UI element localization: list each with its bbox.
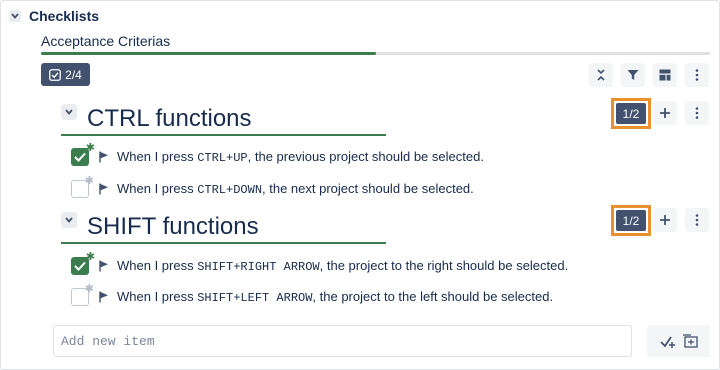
- collapse-all-icon: [597, 69, 605, 81]
- chevron-down-icon: [11, 13, 19, 19]
- add-item-input[interactable]: [53, 325, 632, 357]
- checklist-item: ✱ When I press CTRL+DOWN, the next proje…: [71, 175, 474, 200]
- checklist-name[interactable]: Acceptance Criterias: [41, 33, 170, 49]
- add-to-list-icon: [682, 334, 698, 348]
- add-check-icon: [659, 336, 675, 348]
- progress-fill: [41, 52, 376, 55]
- progress-bar: [41, 52, 710, 55]
- mandatory-icon: ✱: [85, 142, 95, 154]
- flag-icon[interactable]: [99, 183, 109, 195]
- more-icon: [695, 214, 699, 226]
- mandatory-icon: ✱: [84, 283, 94, 295]
- add-item-button[interactable]: [653, 208, 677, 232]
- add-item-button[interactable]: [653, 101, 677, 125]
- completion-count-badge[interactable]: 2/4: [41, 63, 90, 86]
- mandatory-icon: ✱: [84, 175, 94, 187]
- item-checkbox[interactable]: ✱: [71, 142, 95, 166]
- item-text[interactable]: When I press SHIFT+RIGHT ARROW, the proj…: [117, 258, 568, 274]
- layout-button[interactable]: [653, 63, 677, 87]
- checkbox-icon: [49, 68, 62, 81]
- section-title: Checklists: [29, 8, 100, 24]
- chevron-down-icon: [65, 217, 73, 223]
- item-text[interactable]: When I press CTRL+UP, the previous proje…: [117, 149, 484, 165]
- group-progress-line: [61, 134, 386, 136]
- group-count: 1/2: [616, 103, 646, 124]
- more-options-button[interactable]: [685, 63, 709, 87]
- group-more-button[interactable]: [685, 208, 709, 232]
- group-collapse-button[interactable]: [61, 104, 77, 120]
- more-icon: [695, 69, 699, 81]
- checklist-item: ✱ When I press SHIFT+RIGHT ARROW, the pr…: [71, 251, 568, 277]
- group-collapse-button[interactable]: [61, 212, 77, 228]
- item-checkbox[interactable]: ✱: [71, 283, 94, 306]
- group-count-badge[interactable]: 1/2: [611, 98, 651, 129]
- plus-icon: [660, 215, 670, 225]
- checklist-item: ✱ When I press CTRL+UP, the previous pro…: [71, 142, 484, 168]
- item-text[interactable]: When I press CTRL+DOWN, the next project…: [117, 181, 474, 197]
- filter-button[interactable]: [621, 63, 645, 87]
- collapse-all-button[interactable]: [589, 63, 613, 87]
- group-progress-line: [61, 242, 386, 244]
- item-text[interactable]: When I press SHIFT+LEFT ARROW, the proje…: [117, 289, 553, 305]
- flag-icon[interactable]: [99, 151, 109, 163]
- chevron-down-icon: [65, 109, 73, 115]
- section-collapse-button[interactable]: [9, 10, 21, 22]
- group-more-button[interactable]: [685, 101, 709, 125]
- group-title[interactable]: SHIFT functions: [87, 213, 259, 241]
- plus-icon: [660, 108, 670, 118]
- group-count-badge[interactable]: 1/2: [611, 205, 651, 236]
- layout-icon: [659, 69, 671, 81]
- item-checkbox[interactable]: ✱: [71, 251, 95, 275]
- checklist-item: ✱ When I press SHIFT+LEFT ARROW, the pro…: [71, 283, 553, 308]
- flag-icon[interactable]: [99, 260, 109, 272]
- group-count: 1/2: [616, 210, 646, 231]
- more-icon: [695, 107, 699, 119]
- filter-icon: [627, 70, 639, 80]
- mandatory-icon: ✱: [85, 251, 95, 263]
- item-checkbox[interactable]: ✱: [71, 175, 94, 198]
- flag-icon[interactable]: [99, 291, 109, 303]
- add-item-actions-button[interactable]: [647, 325, 710, 357]
- group-title[interactable]: CTRL functions: [87, 105, 252, 133]
- completion-count: 2/4: [65, 67, 82, 82]
